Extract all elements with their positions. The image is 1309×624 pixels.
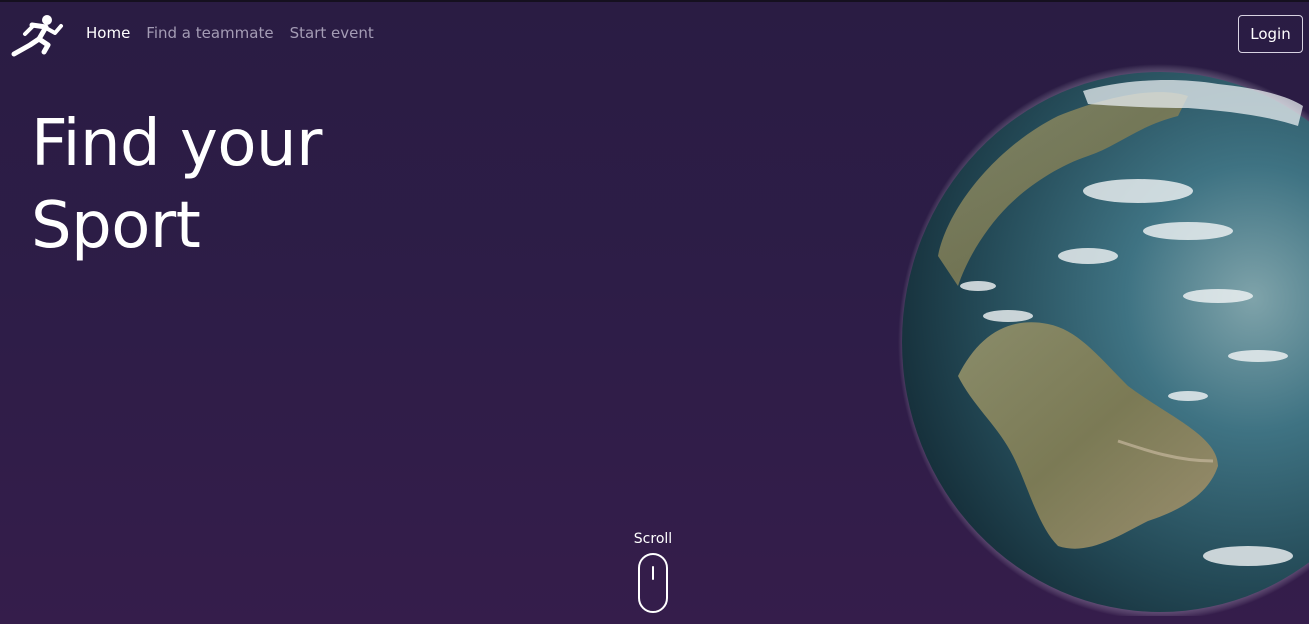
hero-title-line-1: Find your [31, 107, 322, 181]
mouse-icon[interactable] [638, 553, 668, 613]
hero-title-line-2: Sport [31, 189, 201, 263]
nav-start-event[interactable]: Start event [290, 24, 374, 42]
main-nav: Home Find a teammate Start event [86, 24, 374, 42]
nav-find-teammate[interactable]: Find a teammate [146, 24, 273, 42]
nav-home[interactable]: Home [86, 24, 130, 42]
earth-globe-image [898, 64, 1309, 616]
login-button[interactable]: Login [1238, 15, 1303, 53]
scroll-label: Scroll [633, 531, 673, 547]
logo-link[interactable] [10, 12, 64, 58]
runner-icon [11, 15, 63, 57]
mouse-wheel [652, 566, 654, 580]
navbar: Home Find a teammate Start event Login [0, 2, 1309, 64]
hero-title: Find your Sport [31, 103, 451, 267]
scroll-indicator[interactable]: Scroll [616, 531, 690, 613]
